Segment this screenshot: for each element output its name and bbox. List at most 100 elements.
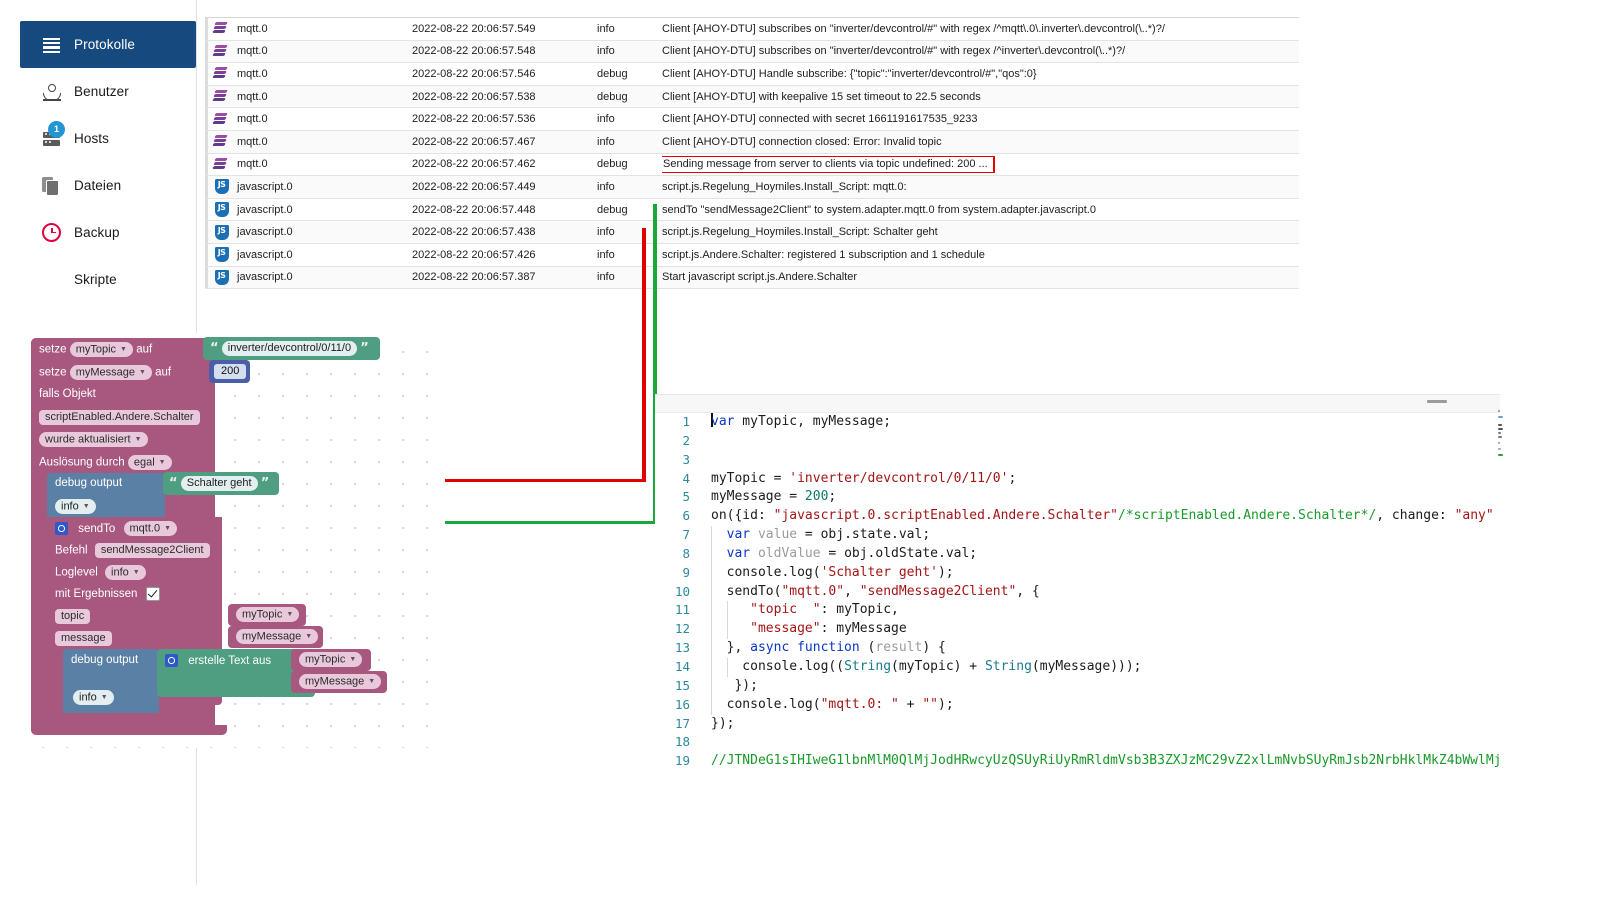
block-variable-dropdown[interactable]: myMessage ▼ [236,629,319,645]
code-token: "message" [750,621,821,637]
block-text-item-mymessage[interactable]: myMessage ▼ [291,671,387,693]
sidebar-item-backup[interactable]: Backup [20,209,196,256]
code-editor[interactable]: 1 var myTopic, myMessage; 2 3 4 myTopic = 'in… [655,394,1500,799]
sidebar-item-label: Protokolle [74,37,136,52]
block-set-to-label: auf [136,343,153,356]
block-variable-mytopic[interactable]: myTopic ▼ [228,604,306,626]
table-row[interactable]: javascript.02022-08-22 20:06:57.387infoS… [205,266,1299,290]
mqtt-icon [212,112,231,126]
table-row[interactable]: javascript.02022-08-22 20:06:57.448debug… [205,198,1299,222]
quote-close-icon: ” [260,476,270,491]
block-variable-dropdown[interactable]: myMessage ▼ [299,674,382,690]
code-line[interactable]: 11 "topic ": myTopic, [655,601,1500,621]
table-row[interactable]: mqtt.0 2022-08-22 20:06:57.546 debug Client… [205,63,1299,86]
sidebar-item-skripte[interactable]: Skripte [20,256,196,303]
block-loglevel-dropdown[interactable]: info ▼ [73,690,114,706]
code-line[interactable]: 7 var value = obj.state.val; [655,526,1500,545]
block-loglevel-dropdown[interactable]: info ▼ [55,499,96,515]
sidebar-item-benutzer[interactable]: Benutzer [20,68,196,115]
block-number-200[interactable]: 200 [209,360,250,383]
block-debug-level-2[interactable]: info ▼ [63,683,159,713]
code-line[interactable]: 18 [655,733,1500,752]
table-row[interactable]: mqtt.0 2022-08-22 20:06:57.549 info Client … [205,18,1299,41]
code-line[interactable]: 10 sendTo("mqtt.0", "sendMessage2Client"… [655,582,1500,602]
log-timestamp: 2022-08-22 20:06:57.467 [412,135,536,148]
code-line[interactable]: 2 [655,432,1500,451]
block-variable-dropdown[interactable]: myMessage ▼ [69,365,152,381]
table-row[interactable]: javascript.02022-08-22 20:06:57.426infos… [205,243,1299,267]
block-text-schalter-geht[interactable]: “ Schalter geht ” [163,472,279,495]
code-line[interactable]: 4 myTopic = 'inverter/devcontrol/0/11/0'; [655,470,1500,489]
code-line[interactable]: 8 var oldValue = obj.oldState.val; [655,544,1500,564]
table-row[interactable]: javascript.0 2022-08-22 20:06:57.449 info s… [205,176,1299,199]
code-line[interactable]: 6 on({id: "javascript.0.scriptEnabled.And… [655,507,1500,526]
editor-resize-handle[interactable] [1427,400,1447,403]
block-sendto-command[interactable]: Befehl sendMessage2Client [47,539,222,561]
code-line[interactable]: 5 myMessage = 200; [655,488,1500,507]
block-variable-mymessage[interactable]: myMessage ▼ [228,626,323,648]
editor-minimap[interactable] [1498,410,1504,480]
block-variable-dropdown[interactable]: myTopic ▼ [299,652,363,668]
block-loglevel-dropdown[interactable]: info ▼ [105,565,146,581]
block-object-id-row[interactable]: scriptEnabled.Andere.Schalter [31,407,215,429]
sidebar-item-hosts[interactable]: 1 Hosts [20,115,196,162]
block-sendto-results[interactable]: mit Ergebnissen [47,583,222,605]
code-line[interactable]: 12 "message": myMessage [655,620,1500,640]
log-message: Client [AHOY-DTU] Handle subscribe: {"to… [662,67,1037,80]
block-condition-dropdown[interactable]: wurde aktualisiert ▼ [39,432,148,448]
block-condition-row[interactable]: wurde aktualisiert ▼ [31,429,215,451]
sidebar-item-protokolle[interactable]: Protokolle [20,21,196,68]
block-set-mymessage[interactable]: setze myMessage ▼ auf [31,361,213,383]
gear-icon[interactable] [55,522,68,536]
indent-guide [711,639,712,658]
code-token: ; [1008,470,1017,486]
block-text-topic[interactable]: “ inverter/devcontrol/0/11/0 ” [203,337,380,360]
code-line[interactable]: 13 }, async function (result) { [655,639,1500,658]
code-line[interactable]: 14 console.log((String(myTopic) + String… [655,657,1500,677]
table-row[interactable]: mqtt.0 2022-08-22 20:06:57.538 debug Client… [205,85,1299,109]
log-severity: debug [597,67,628,80]
block-set-verb: setze [39,343,67,356]
log-source: mqtt.0 [237,158,268,171]
block-sendto-arg1: topic [47,605,222,627]
block-command-value[interactable]: sendMessage2Client [94,543,210,558]
sidebar-item-dateien[interactable]: Dateien [20,162,196,209]
table-row[interactable]: mqtt.0 2022-08-22 20:06:57.536 info Client … [205,108,1299,131]
code-line[interactable]: 1 var myTopic, myMessage; [655,413,1500,432]
indent-guide [711,544,712,564]
table-row[interactable]: mqtt.0 2022-08-22 20:06:57.462 debug Sendin… [205,153,1299,177]
code-line[interactable]: 9 console.log('Schalter geht'); [655,563,1500,583]
editor-code-area[interactable]: 1 var myTopic, myMessage; 2 3 4 myTopic = 'in… [655,413,1500,771]
block-debug-level-1[interactable]: info ▼ [47,493,165,519]
code-line[interactable]: 16 console.log("mqtt.0: " + ""); [655,695,1500,715]
block-text-value[interactable]: Schalter geht [180,476,258,491]
line-number: 7 [682,527,690,543]
block-sendto-loglevel[interactable]: Loglevel info ▼ [47,561,222,583]
gear-icon[interactable] [165,654,178,667]
block-variable-dropdown[interactable]: myTopic ▼ [69,342,133,358]
blockly-workspace[interactable]: setze myTopic ▼ auf “ inverter/devcontrol… [25,333,445,748]
block-text-value[interactable]: inverter/devcontrol/0/11/0 [221,341,358,356]
code-line[interactable]: 3 [655,451,1500,470]
log-severity: info [597,45,615,58]
log-timestamp: 2022-08-22 20:06:57.546 [412,67,536,80]
checkbox-with-results[interactable] [145,587,160,601]
block-text-item-mytopic[interactable]: myTopic ▼ [291,649,371,671]
block-source-dropdown[interactable]: egal ▼ [127,455,172,471]
block-set-mytopic[interactable]: setze myTopic ▼ auf [31,338,207,360]
code-line[interactable]: 17}); [655,715,1500,734]
code-line[interactable]: 19 //JTNDeG1sIHIweG1lbnMlM0QlMjJodHRwcyUz… [655,752,1500,771]
block-if-object-label: falls Objekt [31,385,215,405]
table-row[interactable]: mqtt.0 2022-08-22 20:06:57.467 info Client … [205,130,1299,154]
table-row[interactable]: javascript.02022-08-22 20:06:57.438infos… [205,221,1299,244]
block-object-id[interactable]: scriptEnabled.Andere.Schalter [39,410,200,425]
block-variable-dropdown[interactable]: myTopic ▼ [236,607,300,623]
block-instance-dropdown[interactable]: mqtt.0 ▼ [123,521,178,537]
code-line[interactable]: 15 }); [655,676,1500,696]
row-indicator [205,108,208,130]
block-number-value[interactable]: 200 [214,364,247,379]
row-indicator [205,243,208,266]
block-sendto-header[interactable]: sendTo mqtt.0 ▼ [47,517,222,539]
table-row[interactable]: mqtt.0 2022-08-22 20:06:57.548 info Client … [205,40,1299,64]
